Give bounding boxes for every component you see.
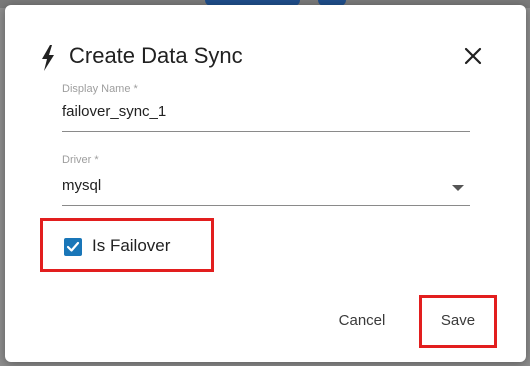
driver-select[interactable]: mysql xyxy=(62,177,442,194)
display-name-input[interactable] xyxy=(62,103,462,120)
close-icon[interactable] xyxy=(460,43,486,69)
is-failover-checkbox[interactable] xyxy=(64,238,82,256)
dropdown-arrow-icon[interactable] xyxy=(452,185,464,191)
dialog-title: Create Data Sync xyxy=(69,43,243,68)
driver-label: Driver * xyxy=(62,154,99,166)
display-name-label: Display Name * xyxy=(62,83,138,95)
checkmark-icon xyxy=(66,241,80,252)
lightning-bolt-icon xyxy=(42,45,54,71)
driver-underline xyxy=(62,205,470,206)
cancel-button[interactable]: Cancel xyxy=(325,312,399,329)
display-name-underline xyxy=(62,131,470,132)
create-data-sync-dialog: Create Data Sync Display Name * Driver *… xyxy=(5,5,526,362)
is-failover-label[interactable]: Is Failover xyxy=(92,236,170,256)
save-button[interactable]: Save xyxy=(423,312,493,329)
